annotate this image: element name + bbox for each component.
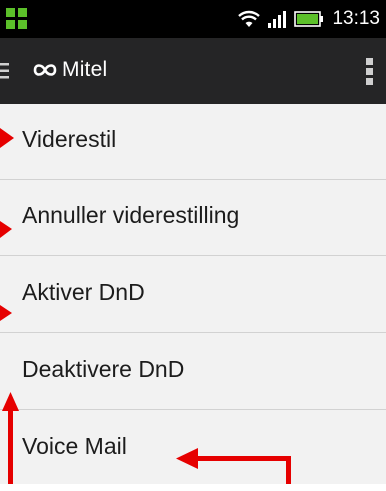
menu-item-label: Voice Mail xyxy=(22,433,127,459)
menu-item-deaktivere-dnd[interactable]: Deaktivere DnD xyxy=(0,334,386,410)
status-icons: 13:13 xyxy=(238,0,380,38)
battery-icon xyxy=(294,11,324,27)
signal-icon xyxy=(268,11,287,28)
menu-item-viderestil[interactable]: Viderestil xyxy=(0,104,386,180)
menu-item-label: Deaktivere DnD xyxy=(22,356,185,382)
logo-text: Mitel xyxy=(62,58,108,81)
menu-item-label: Aktiver DnD xyxy=(22,279,145,305)
overflow-menu-icon[interactable] xyxy=(364,56,376,86)
menu-item-label: Annuller viderestilling xyxy=(22,202,240,228)
mitel-logo: Mitel xyxy=(32,58,107,82)
wifi-icon xyxy=(238,10,261,27)
mitel-logo-icon xyxy=(33,64,57,76)
menu-item-annuller-viderestilling[interactable]: Annuller viderestilling xyxy=(0,180,386,256)
app-grid-icon xyxy=(6,8,27,29)
menu-list: Viderestil Annuller viderestilling Aktiv… xyxy=(0,104,386,484)
menu-item-label: Viderestil xyxy=(22,126,117,152)
status-time: 13:13 xyxy=(332,8,380,29)
menu-item-aktiver-dnd[interactable]: Aktiver DnD xyxy=(0,257,386,333)
menu-item-voice-mail[interactable]: Voice Mail xyxy=(0,411,386,491)
menu-icon[interactable] xyxy=(0,56,16,86)
status-bar: 13:13 xyxy=(0,0,386,38)
app-bar: Mitel xyxy=(0,38,386,104)
